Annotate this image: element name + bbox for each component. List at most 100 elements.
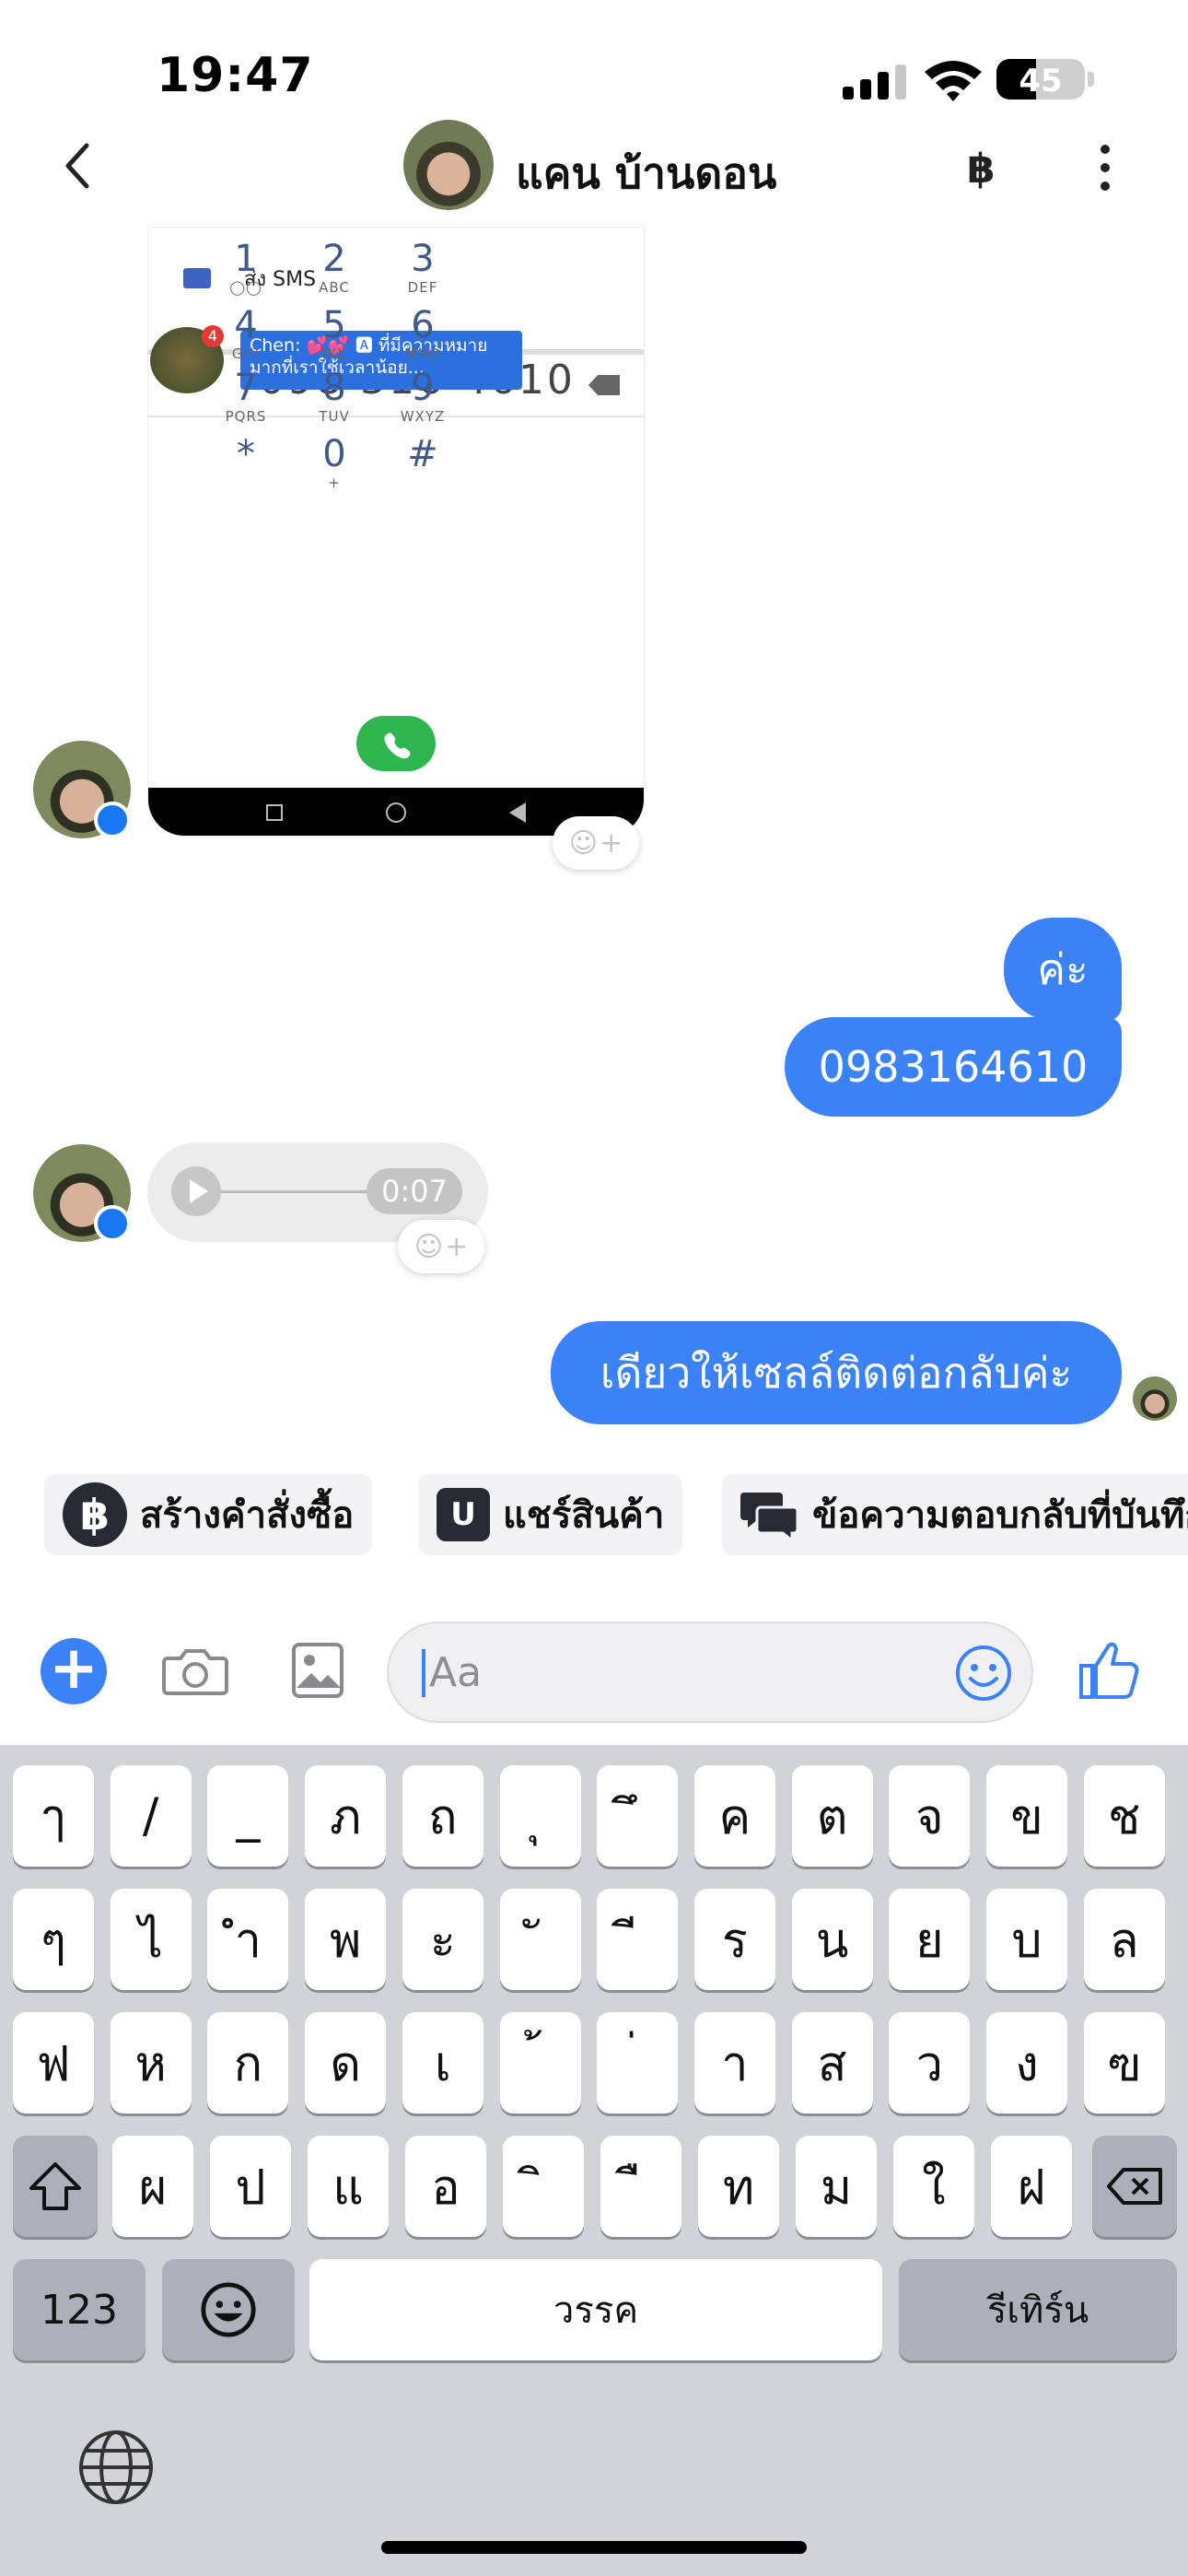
keyboard-key[interactable]: ิ [503, 2136, 584, 2237]
dialpad-key: # [377, 434, 469, 474]
chevron-left-icon[interactable] [59, 138, 96, 193]
globe-icon[interactable] [77, 2429, 155, 2506]
keyboard-key[interactable]: พ [305, 1889, 387, 1990]
keyboard-key[interactable]: ่ [597, 2012, 679, 2113]
keyboard-key[interactable]: ต [791, 1765, 873, 1867]
saved-replies-chip[interactable]: ข้อความตอบกลับที่บันทึกไว้ [722, 1474, 1188, 1555]
contact-avatar[interactable] [403, 120, 494, 210]
keyboard-key[interactable]: ำ [207, 1889, 289, 1990]
keyboard-key[interactable]: อ [405, 2136, 486, 2237]
shift-key[interactable] [13, 2136, 98, 2237]
numbers-key[interactable]: 123 [13, 2259, 146, 2360]
baht-icon[interactable]: ฿ [967, 146, 996, 193]
keyboard-key[interactable]: ล [1083, 1889, 1165, 1990]
dialpad-key: 4 GHI [200, 305, 292, 362]
phone-icon [384, 732, 411, 759]
voice-progress[interactable] [221, 1190, 378, 1193]
keyboard-key[interactable]: ส [791, 2012, 873, 2113]
dialpad-letters: WXYZ [400, 408, 446, 425]
keyboard-key[interactable]: ฟ [13, 2012, 94, 2113]
contact-name[interactable]: แคน บ้านดอน [516, 140, 776, 207]
keyboard-key[interactable]: ห [110, 2012, 192, 2113]
keyboard-key[interactable]: ื [600, 2136, 681, 2237]
baht-icon: ฿ [63, 1482, 127, 1547]
keyboard-key[interactable]: ร [693, 1889, 775, 1990]
keyboard-key[interactable]: ไ [110, 1889, 192, 1990]
keyboard-key[interactable]: _ [207, 1765, 289, 1867]
shift-icon [29, 2162, 81, 2210]
dialpad-key: 0 + [288, 434, 380, 491]
return-key[interactable]: รีเทิร์น [899, 2259, 1177, 2360]
share-product-chip[interactable]: U แชร์สินค้า [418, 1474, 683, 1555]
keyboard-key[interactable]: ี [597, 1889, 679, 1990]
create-order-chip[interactable]: ฿ สร้างคำสั่งซื้อ [44, 1474, 373, 1555]
keyboard-key[interactable]: ๆ [13, 1889, 94, 1990]
dialpad-digit: 9 [411, 367, 435, 409]
keyboard-key[interactable]: ป [210, 2136, 291, 2237]
keyboard-key[interactable]: ถ [402, 1765, 483, 1867]
keyboard-key[interactable]: า [693, 2012, 775, 2113]
dialpad-digit: 1 [234, 238, 258, 280]
keyboard-key[interactable]: ุ [499, 1765, 581, 1867]
dialpad-letters: JKL [322, 345, 346, 362]
smile-plus-icon: ☺ [413, 1230, 444, 1263]
keyboard-key[interactable]: ๅ [13, 1765, 94, 1867]
battery-icon: 45 [996, 59, 1085, 100]
keyboard-key[interactable]: ึ [597, 1765, 679, 1867]
keyboard-key[interactable]: ช [1083, 1765, 1165, 1867]
keyboard-key[interactable]: ั [499, 1889, 581, 1990]
outgoing-message[interactable]: ค่ะ [1004, 918, 1122, 1021]
add-reaction-button[interactable]: ☺ + [553, 816, 639, 870]
outgoing-message[interactable]: เดียวให้เซลล์ติดต่อกลับค่ะ [551, 1321, 1122, 1424]
keyboard-key[interactable]: ท [698, 2136, 779, 2237]
keyboard-key[interactable]: ้ [499, 2012, 581, 2113]
keyboard-key[interactable]: ข [986, 1765, 1067, 1867]
dialpad-key: * [200, 434, 292, 474]
keyboard-key[interactable]: ฃ [1083, 2012, 1165, 2113]
message-input[interactable] [387, 1622, 1033, 1723]
emoji-key[interactable] [162, 2259, 295, 2360]
keyboard-key[interactable]: ว [889, 2012, 971, 2113]
dialpad-key: 2 ABC [288, 239, 380, 296]
dialpad-digit: # [407, 433, 438, 475]
add-button[interactable]: + [41, 1638, 107, 1704]
outgoing-message[interactable]: 0983164610 [785, 1017, 1122, 1117]
keyboard-key[interactable]: เ [402, 2012, 483, 2113]
keyboard-key[interactable]: ง [986, 2012, 1067, 2113]
dialpad-letters: DEF [407, 279, 438, 296]
thumbs-up-icon[interactable] [1077, 1638, 1142, 1703]
emoji-icon[interactable] [954, 1644, 1013, 1703]
keyboard-key[interactable]: ภ [305, 1765, 387, 1867]
keyboard-key[interactable]: ก [207, 2012, 289, 2113]
keyboard-key[interactable]: ผ [112, 2136, 193, 2237]
dialpad-digit: 0 [322, 433, 346, 475]
home-indicator [381, 2541, 807, 2554]
keyboard-key[interactable]: แ [308, 2136, 389, 2237]
keyboard-key[interactable]: ะ [402, 1889, 483, 1990]
play-icon[interactable] [171, 1166, 221, 1216]
keyboard-key[interactable]: ด [305, 2012, 387, 2113]
dialpad-letters: PQRS [225, 408, 267, 425]
keyboard-key[interactable]: ย [889, 1889, 971, 1990]
message-placeholder: Aa [429, 1649, 483, 1696]
dialpad-letters: ◯◯ [229, 279, 262, 296]
keyboard-key[interactable]: ใ [893, 2136, 974, 2237]
dialpad-key: 1 ◯◯ [200, 239, 292, 296]
camera-icon[interactable] [162, 1645, 228, 1697]
keyboard-key[interactable]: ค [693, 1765, 775, 1867]
kebab-icon[interactable] [1096, 140, 1114, 195]
keyboard-key[interactable]: / [110, 1765, 192, 1867]
status-time: 19:47 [157, 48, 314, 103]
keyboard-key[interactable]: ฝ [991, 2136, 1072, 2237]
keyboard-key[interactable]: จ [889, 1765, 971, 1867]
keyboard-key[interactable]: ม [796, 2136, 877, 2237]
keyboard-key[interactable]: บ [986, 1889, 1067, 1990]
space-key[interactable]: วรรค [309, 2259, 882, 2360]
keyboard-key[interactable]: น [791, 1889, 873, 1990]
add-reaction-button[interactable]: ☺ + [398, 1220, 484, 1273]
dialpad-digit: 5 [322, 304, 346, 346]
cellular-signal-icon [843, 63, 906, 100]
gallery-icon[interactable] [291, 1642, 344, 1699]
backspace-key[interactable] [1092, 2136, 1177, 2237]
shared-image[interactable]: ส่ง SMS 098 316 4610 4 Chen: 💕💕 🅰 ที่มีค… [147, 227, 645, 837]
